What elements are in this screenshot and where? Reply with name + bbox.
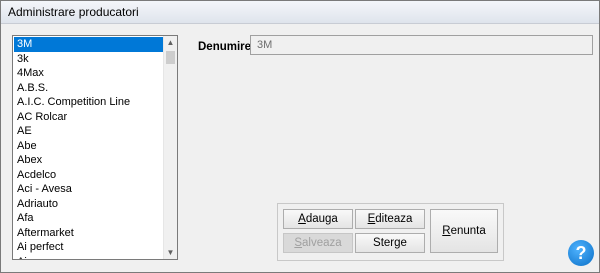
dialog-window: Administrare producatori 3M 3k 4Max A.B.S. A… [0, 0, 600, 273]
scroll-down-icon[interactable]: ▼ [164, 246, 177, 259]
list-item[interactable]: A.I.C. Competition Line [14, 95, 163, 110]
denumire-label: Denumire: [198, 41, 255, 53]
sterge-button[interactable]: Sterge [355, 233, 425, 253]
denumire-field[interactable]: 3M [250, 35, 593, 55]
list-item[interactable]: AC Rolcar [14, 110, 163, 125]
list-item[interactable]: AE [14, 124, 163, 139]
salveaza-button[interactable]: Salveaza [283, 233, 353, 253]
help-icon[interactable]: ? [568, 240, 594, 266]
editeaza-button[interactable]: Editeaza [355, 209, 425, 229]
list-item[interactable]: 4Max [14, 66, 163, 81]
list-item[interactable]: Aja [14, 255, 163, 260]
producer-listbox[interactable]: 3M 3k 4Max A.B.S. A.I.C. Competition Line AC … [12, 35, 178, 260]
window-title: Administrare producatori [8, 5, 139, 19]
list-item[interactable]: Aftermarket [14, 226, 163, 241]
list-scrollbar[interactable]: ▲ ▼ [163, 36, 177, 259]
scroll-up-icon[interactable]: ▲ [164, 36, 177, 49]
producer-list: 3M 3k 4Max A.B.S. A.I.C. Competition Line AC … [14, 37, 163, 260]
list-item[interactable]: 3k [14, 52, 163, 67]
list-item[interactable]: Acdelco [14, 168, 163, 183]
list-item[interactable]: Abex [14, 153, 163, 168]
list-item[interactable]: Ai perfect [14, 240, 163, 255]
renunta-button[interactable]: Renunta [430, 209, 498, 253]
title-bar: Administrare producatori [1, 1, 599, 24]
list-item[interactable]: Afa [14, 211, 163, 226]
adauga-button[interactable]: Adauga [283, 209, 353, 229]
list-item[interactable]: A.B.S. [14, 81, 163, 96]
button-panel: Adauga Editeaza Salveaza Sterge Renunta [277, 203, 504, 261]
list-item[interactable]: Adriauto [14, 197, 163, 212]
scroll-thumb[interactable] [166, 51, 175, 64]
list-item[interactable]: 3M [14, 37, 163, 52]
list-item[interactable]: Abe [14, 139, 163, 154]
list-item[interactable]: Aci - Avesa [14, 182, 163, 197]
